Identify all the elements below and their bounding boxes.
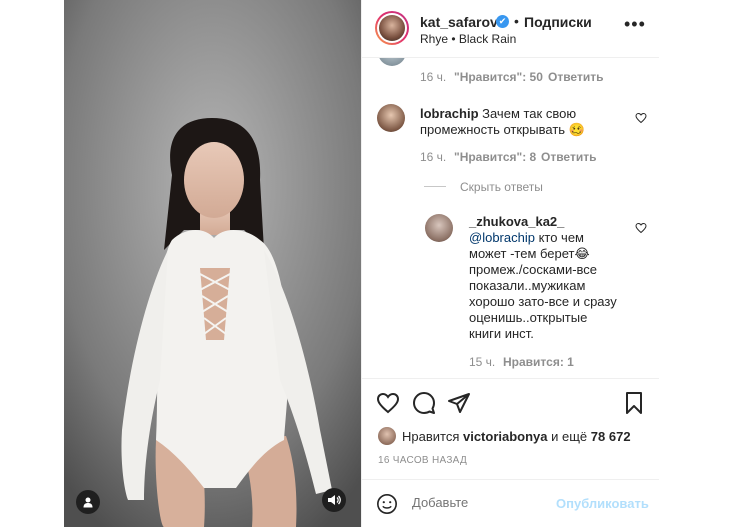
comment-avatar[interactable] (378, 58, 406, 66)
likes-prefix: Нравится (402, 429, 463, 444)
post-video[interactable] (64, 0, 361, 527)
comment-likes[interactable]: "Нравится": 8 (454, 150, 536, 164)
author-username[interactable]: kat_safarova (420, 14, 506, 30)
reply-text-line6: оценишь..открытые (469, 310, 588, 325)
bookmark-save-icon[interactable] (622, 391, 646, 415)
reply-text-line2: может -тем берет😂 (469, 246, 590, 261)
comment-reply-button[interactable]: Ответить (548, 70, 603, 84)
reply-username[interactable]: _zhukova_ka2_ (469, 214, 564, 229)
like-heart-icon[interactable] (376, 391, 400, 415)
reply-body: _zhukova_ka2_ @lobrachip кто чем может -… (469, 214, 617, 342)
likes-middle: и ещё (547, 429, 591, 444)
reply-text-line4: показали..мужикам (469, 278, 586, 293)
backdrop-right (658, 0, 730, 527)
hide-replies-line (424, 186, 446, 187)
reply-avatar[interactable] (425, 214, 453, 242)
comments-list[interactable]: 16 ч. "Нравится": 50 Ответить lobrachip … (362, 58, 659, 378)
reply-text-line7: книги инст. (469, 326, 534, 341)
comment-time: 16 ч. (420, 150, 447, 164)
post-side-panel: kat_safarova ✔ • Подписки Rhye • Black R… (361, 0, 659, 527)
hide-replies-button[interactable]: Скрыть ответы (460, 180, 543, 194)
comment-text-line2: промежность открывать 🥴 (420, 122, 585, 137)
audio-track-link[interactable]: Rhye • Black Rain (420, 32, 516, 46)
header-separator: • (514, 13, 519, 29)
comment-body: lobrachip Зачем так свою промежность отк… (420, 106, 585, 138)
likes-summary[interactable]: Нравится victoriabonya и ещё 78 672 (402, 429, 631, 444)
author-avatar[interactable] (375, 11, 409, 45)
likes-user[interactable]: victoriabonya (463, 429, 548, 444)
backdrop-left (0, 0, 64, 527)
publish-comment-button[interactable]: Опубликовать (556, 496, 649, 511)
post-timestamp: 16 ЧАСОВ НАЗАД (378, 455, 468, 466)
following-button[interactable]: Подписки (524, 14, 592, 30)
reply-time: 15 ч. (469, 355, 496, 369)
share-paper-plane-icon[interactable] (447, 391, 471, 415)
tagged-users-button[interactable] (76, 490, 100, 514)
comment-text-line1: Зачем так свою (482, 106, 577, 121)
reply-like-heart-icon[interactable] (635, 222, 647, 234)
sound-toggle-button[interactable] (322, 488, 346, 512)
comment-time: 16 ч. (420, 70, 447, 84)
comment-bubble-icon[interactable] (412, 391, 436, 415)
comment-reply-button[interactable]: Ответить (541, 150, 596, 164)
video-frame-illustration (64, 0, 361, 527)
liker-avatar[interactable] (378, 427, 396, 445)
reply-likes[interactable]: Нравится: 1 (503, 355, 574, 369)
add-comment-bar: Опубликовать (362, 479, 659, 528)
reply-text-line3: промеж./сосками-все (469, 262, 598, 277)
person-icon (83, 497, 93, 508)
comment-username[interactable]: lobrachip (420, 106, 479, 121)
comment-likes[interactable]: "Нравится": 50 (454, 70, 543, 84)
likes-count[interactable]: 78 672 (591, 429, 631, 444)
reply-text-line5: хорошо зато-все и сразу (469, 294, 617, 309)
more-options-icon[interactable]: ••• (624, 15, 646, 33)
reply-text-line1: кто чем (534, 230, 584, 245)
comment-avatar[interactable] (377, 104, 405, 132)
emoji-picker-icon[interactable] (376, 493, 398, 515)
reply-mention-link[interactable]: @lobrachip (469, 230, 535, 245)
speaker-icon (328, 495, 341, 505)
post-header: kat_safarova ✔ • Подписки Rhye • Black R… (362, 0, 659, 58)
comment-like-heart-icon[interactable] (635, 112, 647, 124)
verified-badge-icon: ✔ (496, 15, 509, 28)
